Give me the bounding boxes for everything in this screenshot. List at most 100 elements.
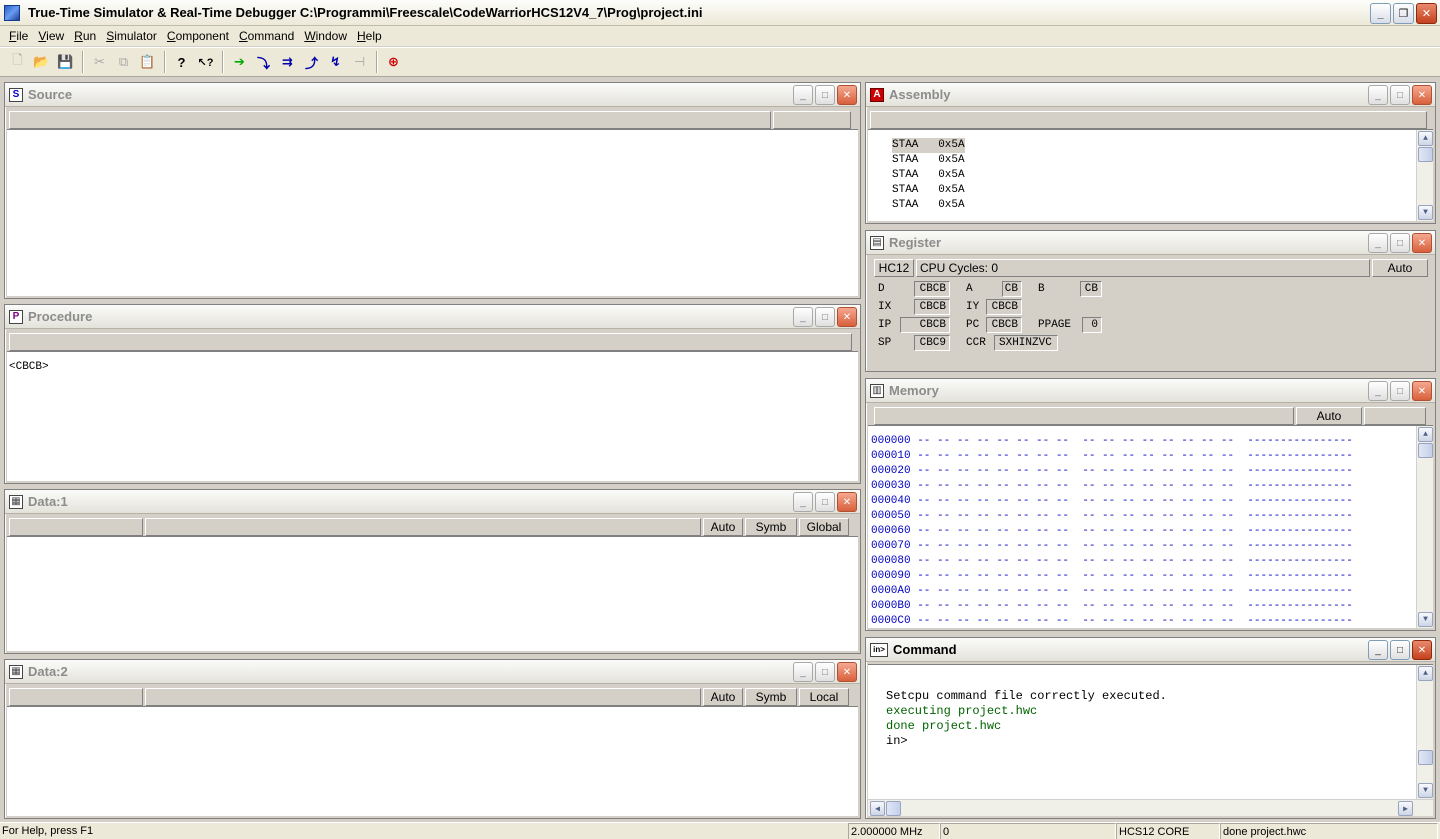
- register-close-button[interactable]: ✕: [1412, 233, 1432, 253]
- memory-row[interactable]: 000040 -- -- -- -- -- -- -- -- -- -- -- …: [871, 494, 1433, 509]
- command-maximize-button[interactable]: □: [1390, 640, 1410, 660]
- paste-icon[interactable]: 📋: [136, 51, 159, 74]
- start-continue-icon[interactable]: ➔: [228, 51, 251, 74]
- memory-row[interactable]: 000080 -- -- -- -- -- -- -- -- -- -- -- …: [871, 554, 1433, 569]
- halt-icon[interactable]: ⊣: [348, 51, 371, 74]
- data1-format-button[interactable]: Symb: [745, 518, 797, 536]
- source-close-button[interactable]: ✕: [837, 85, 857, 105]
- procedure-frame[interactable]: <CBCB>: [9, 360, 856, 375]
- command-prompt[interactable]: in>: [886, 734, 1433, 749]
- reg-pc-value[interactable]: CBCB: [986, 317, 1022, 333]
- procedure-maximize-button[interactable]: □: [815, 307, 835, 327]
- memory-row[interactable]: 000090 -- -- -- -- -- -- -- -- -- -- -- …: [871, 569, 1433, 584]
- save-icon[interactable]: 💾: [54, 51, 77, 74]
- menu-window[interactable]: Window: [299, 27, 352, 45]
- data2-format-button[interactable]: Symb: [745, 688, 797, 706]
- app-icon[interactable]: [4, 4, 20, 21]
- register-minimize-button[interactable]: _: [1368, 233, 1388, 253]
- data2-maximize-button[interactable]: □: [815, 662, 835, 682]
- context-help-icon[interactable]: ↖?: [194, 51, 217, 74]
- data1-maximize-button[interactable]: □: [815, 492, 835, 512]
- memory-row[interactable]: 000000 -- -- -- -- -- -- -- -- -- -- -- …: [871, 434, 1433, 449]
- data1-mode-button[interactable]: Auto: [703, 518, 743, 536]
- source-content[interactable]: [7, 129, 858, 296]
- scroll-right-icon[interactable]: ▶: [1398, 801, 1413, 816]
- assembly-line-current[interactable]: STAA 0x5A: [892, 138, 965, 153]
- data1-content[interactable]: [7, 536, 858, 651]
- scroll-thumb[interactable]: [886, 801, 901, 816]
- memory-minimize-button[interactable]: _: [1368, 381, 1388, 401]
- data1-minimize-button[interactable]: _: [793, 492, 813, 512]
- data2-mode-button[interactable]: Auto: [703, 688, 743, 706]
- memory-row[interactable]: 000010 -- -- -- -- -- -- -- -- -- -- -- …: [871, 449, 1433, 464]
- menu-file[interactable]: File: [4, 27, 33, 45]
- command-vscrollbar[interactable]: ▲ ▼: [1416, 665, 1433, 799]
- reg-a-value[interactable]: CB: [1002, 281, 1022, 297]
- procedure-content[interactable]: <CBCB>: [7, 351, 858, 481]
- command-hscrollbar[interactable]: ◀ ▶: [868, 799, 1433, 816]
- scroll-up-icon[interactable]: ▲: [1418, 131, 1433, 146]
- scroll-left-icon[interactable]: ◀: [870, 801, 885, 816]
- menu-component[interactable]: Component: [162, 27, 234, 45]
- assembly-step-icon[interactable]: ↯: [324, 51, 347, 74]
- minimize-button[interactable]: _: [1370, 3, 1391, 24]
- step-over-icon[interactable]: ⇉: [276, 51, 299, 74]
- scroll-thumb[interactable]: [1418, 147, 1433, 162]
- data2-minimize-button[interactable]: _: [793, 662, 813, 682]
- reset-target-icon[interactable]: ⊕: [382, 51, 405, 74]
- register-maximize-button[interactable]: □: [1390, 233, 1410, 253]
- memory-content[interactable]: 000000 -- -- -- -- -- -- -- -- -- -- -- …: [868, 425, 1433, 628]
- memory-scrollbar[interactable]: ▲ ▼: [1416, 426, 1433, 628]
- memory-row[interactable]: 000050 -- -- -- -- -- -- -- -- -- -- -- …: [871, 509, 1433, 524]
- data1-close-button[interactable]: ✕: [837, 492, 857, 512]
- scroll-down-icon[interactable]: ▼: [1418, 783, 1433, 798]
- reg-b-value[interactable]: CB: [1080, 281, 1102, 297]
- scroll-down-icon[interactable]: ▼: [1418, 205, 1433, 220]
- new-file-icon[interactable]: 🗋: [6, 51, 29, 74]
- menu-command[interactable]: Command: [234, 27, 299, 45]
- scroll-down-icon[interactable]: ▼: [1418, 612, 1433, 627]
- memory-row[interactable]: 0000C0 -- -- -- -- -- -- -- -- -- -- -- …: [871, 614, 1433, 628]
- close-button[interactable]: ✕: [1416, 3, 1437, 24]
- assembly-scrollbar[interactable]: ▲ ▼: [1416, 130, 1433, 221]
- data2-scope-button[interactable]: Local: [799, 688, 849, 706]
- memory-row[interactable]: 000070 -- -- -- -- -- -- -- -- -- -- -- …: [871, 539, 1433, 554]
- scroll-thumb[interactable]: [1418, 443, 1433, 458]
- memory-mode-button[interactable]: Auto: [1296, 407, 1362, 425]
- command-close-button[interactable]: ✕: [1412, 640, 1432, 660]
- reg-iy-value[interactable]: CBCB: [986, 299, 1022, 315]
- source-minimize-button[interactable]: _: [793, 85, 813, 105]
- command-minimize-button[interactable]: _: [1368, 640, 1388, 660]
- assembly-line[interactable]: STAA 0x5A: [892, 198, 1433, 213]
- assembly-close-button[interactable]: ✕: [1412, 85, 1432, 105]
- memory-row[interactable]: 000020 -- -- -- -- -- -- -- -- -- -- -- …: [871, 464, 1433, 479]
- reg-ip-value[interactable]: CBCB: [900, 317, 950, 333]
- memory-row[interactable]: 000060 -- -- -- -- -- -- -- -- -- -- -- …: [871, 524, 1433, 539]
- assembly-minimize-button[interactable]: _: [1368, 85, 1388, 105]
- reg-ppage-value[interactable]: 0: [1082, 317, 1102, 333]
- memory-maximize-button[interactable]: □: [1390, 381, 1410, 401]
- register-mode-button[interactable]: Auto: [1372, 259, 1428, 277]
- restore-button[interactable]: ❐: [1393, 3, 1414, 24]
- source-maximize-button[interactable]: □: [815, 85, 835, 105]
- memory-close-button[interactable]: ✕: [1412, 381, 1432, 401]
- assembly-maximize-button[interactable]: □: [1390, 85, 1410, 105]
- menu-simulator[interactable]: Simulator: [101, 27, 162, 45]
- menu-help[interactable]: Help: [352, 27, 387, 45]
- assembly-content[interactable]: STAA 0x5A STAA 0x5A STAA 0x5A STAA 0x5A …: [868, 129, 1433, 221]
- copy-icon[interactable]: ⧉: [112, 51, 135, 74]
- reg-ix-value[interactable]: CBCB: [914, 299, 950, 315]
- reg-sp-value[interactable]: CBC9: [914, 335, 950, 351]
- assembly-line[interactable]: STAA 0x5A: [892, 153, 1433, 168]
- assembly-line[interactable]: STAA 0x5A: [892, 168, 1433, 183]
- help-icon[interactable]: ?: [170, 51, 193, 74]
- data2-content[interactable]: [7, 706, 858, 816]
- reg-d-value[interactable]: CBCB: [914, 281, 950, 297]
- scroll-up-icon[interactable]: ▲: [1418, 666, 1433, 681]
- memory-row[interactable]: 0000A0 -- -- -- -- -- -- -- -- -- -- -- …: [871, 584, 1433, 599]
- open-folder-icon[interactable]: 📂: [30, 51, 53, 74]
- scroll-up-icon[interactable]: ▲: [1418, 427, 1433, 442]
- assembly-line[interactable]: STAA 0x5A: [892, 183, 1433, 198]
- command-content[interactable]: Setcpu command file correctly executed. …: [868, 664, 1433, 816]
- memory-row[interactable]: 000030 -- -- -- -- -- -- -- -- -- -- -- …: [871, 479, 1433, 494]
